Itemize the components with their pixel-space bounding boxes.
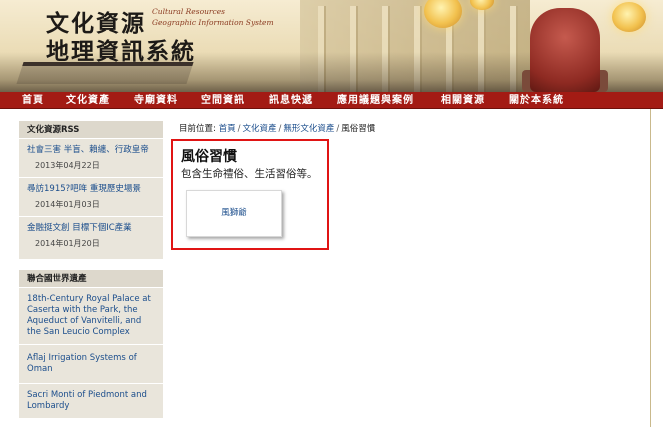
breadcrumb-link-cultural-heritage[interactable]: 文化資產 xyxy=(242,124,276,134)
breadcrumb-link-home[interactable]: 首頁 xyxy=(219,124,236,134)
nav-item-spatial-info[interactable]: 空間資訊 xyxy=(201,94,245,107)
rss-item-link[interactable]: 金融挺文創 目標下個IC產業 xyxy=(27,223,157,234)
rss-heading: 文化資源RSS xyxy=(19,121,163,139)
breadcrumb-prefix: 目前位置: xyxy=(179,124,216,134)
heritage-item: Aflaj Irrigation Systems of Oman xyxy=(19,345,163,384)
site-title-en-line2: Geographic Information System xyxy=(152,18,274,27)
rss-item: 社會三害 半盲、賴纏、行政皇帝 2013年04月22日 xyxy=(19,139,163,178)
rss-box: 文化資源RSS 社會三害 半盲、賴纏、行政皇帝 2013年04月22日 尋訪19… xyxy=(19,121,163,260)
rss-item-date: 2013年04月22日 xyxy=(35,161,100,170)
left-sidebar: 文化資源RSS 社會三害 半盲、賴纏、行政皇帝 2013年04月22日 尋訪19… xyxy=(19,121,163,427)
breadcrumb-current: 風俗習慣 xyxy=(341,124,376,134)
stone-lion-image xyxy=(530,8,600,92)
heritage-item-link[interactable]: Aflaj Irrigation Systems of Oman xyxy=(27,353,157,375)
page-title: 風俗習慣 xyxy=(181,149,237,165)
rss-item: 金融挺文創 目標下個IC產業 2014年01月20日 xyxy=(19,217,163,260)
world-heritage-heading: 聯合國世界遺產 xyxy=(19,270,163,288)
category-card-label[interactable]: 風獅爺 xyxy=(187,206,281,218)
rss-item: 尋訪1915?吧哖 重現歷史場景 2014年01月03日 xyxy=(19,178,163,217)
category-card[interactable]: 風獅爺 xyxy=(186,190,282,237)
breadcrumb: 目前位置: 首頁 / 文化資產 / 無形文化資產 / 風俗習慣 xyxy=(179,122,375,134)
site-title-en-line1: Cultural Resources xyxy=(152,7,226,16)
nav-item-news[interactable]: 訊息快遞 xyxy=(269,94,313,107)
rss-item-link[interactable]: 社會三害 半盲、賴纏、行政皇帝 xyxy=(27,145,157,156)
lantern-icon xyxy=(612,2,646,32)
breadcrumb-link-intangible-heritage[interactable]: 無形文化資產 xyxy=(283,124,334,134)
page-description: 包含生命禮俗、生活習俗等。 xyxy=(181,168,318,180)
nav-item-about[interactable]: 關於本系統 xyxy=(509,94,564,107)
rss-item-date: 2014年01月20日 xyxy=(35,239,100,248)
rss-item-link[interactable]: 尋訪1915?吧哖 重現歷史場景 xyxy=(27,184,157,195)
heritage-item-link[interactable]: Sacri Monti of Piedmont and Lombardy xyxy=(27,390,157,412)
page-frame-divider xyxy=(650,109,651,427)
heritage-item: 18th-Century Royal Palace at Caserta wit… xyxy=(19,288,163,345)
main-nav-bar: 首頁 文化資產 寺廟資料 空間資訊 訊息快遞 應用議題與案例 相關資源 關於本系… xyxy=(0,92,663,109)
world-heritage-box: 聯合國世界遺產 18th-Century Royal Palace at Cas… xyxy=(19,270,163,419)
heritage-item-link[interactable]: 18th-Century Royal Palace at Caserta wit… xyxy=(27,294,157,338)
rss-item-date: 2014年01月03日 xyxy=(35,200,100,209)
nav-item-resources[interactable]: 相關資源 xyxy=(441,94,485,107)
nav-item-temple-data[interactable]: 寺廟資料 xyxy=(134,94,178,107)
nav-item-home[interactable]: 首頁 xyxy=(22,94,44,107)
heritage-item: Sacri Monti of Piedmont and Lombardy xyxy=(19,384,163,419)
site-title-zh-line2: 地理資訊系統 xyxy=(46,38,196,65)
site-header-banner: 文化資源 地理資訊系統 Cultural Resources Geographi… xyxy=(0,0,663,92)
nav-item-cultural-heritage[interactable]: 文化資產 xyxy=(66,94,110,107)
nav-item-applications[interactable]: 應用議題與案例 xyxy=(337,94,414,107)
